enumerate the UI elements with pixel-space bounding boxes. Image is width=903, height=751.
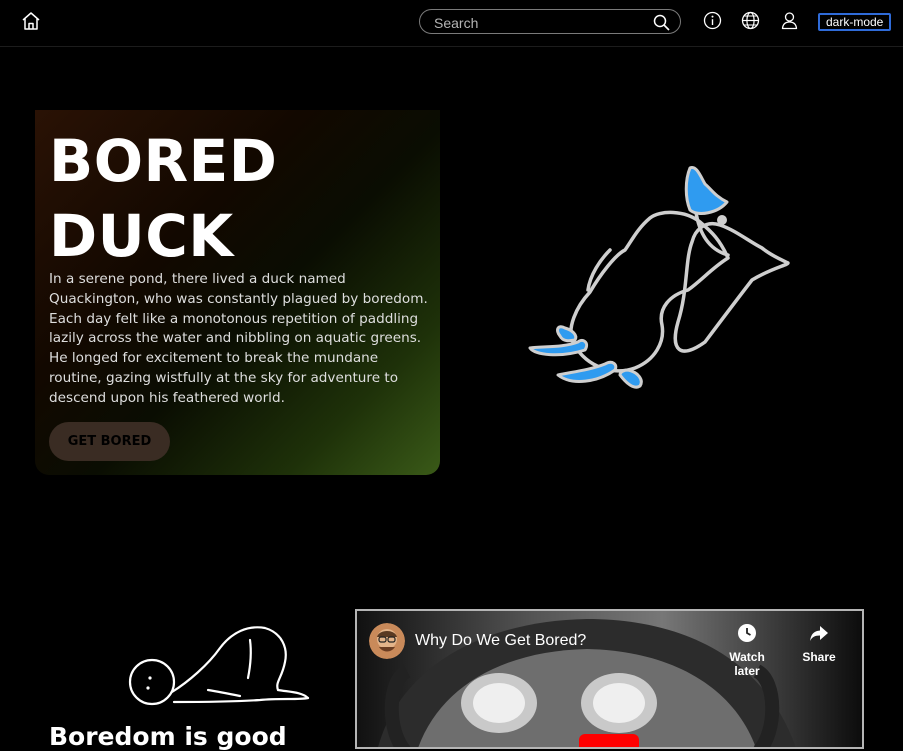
sleeping-person-illustration	[128, 626, 310, 706]
watch-later-label: Watch later	[729, 650, 765, 678]
video-embed[interactable]: Why Do We Get Bored? Watch later Share	[355, 609, 864, 749]
get-bored-button[interactable]: GET BORED	[49, 422, 170, 461]
globe-icon[interactable]	[741, 11, 760, 30]
share-icon	[810, 626, 828, 641]
hero-title-line-2: DUCK	[49, 202, 234, 270]
hero-card: BORED DUCK In a serene pond, there lived…	[35, 110, 440, 475]
video-title[interactable]: Why Do We Get Bored?	[415, 632, 586, 650]
clock-icon	[738, 624, 756, 642]
hero-title-line-1: BORED	[49, 127, 278, 195]
search-icon[interactable]	[653, 14, 670, 31]
hero-description: In a serene pond, there lived a duck nam…	[49, 271, 428, 406]
user-icon[interactable]	[780, 11, 799, 30]
watch-later-button[interactable]: Watch later	[715, 623, 779, 678]
top-navigation-bar: dark-mode	[0, 0, 903, 47]
channel-avatar[interactable]	[369, 623, 405, 659]
share-label: Share	[802, 650, 836, 664]
dark-mode-toggle[interactable]: dark-mode	[818, 13, 892, 31]
info-icon[interactable]	[703, 11, 722, 30]
home-icon[interactable]	[20, 10, 42, 32]
share-button[interactable]: Share	[787, 623, 851, 664]
search-input[interactable]	[432, 13, 651, 32]
section-title: Boredom is good	[49, 722, 287, 751]
sleeping-duck-illustration	[528, 166, 790, 389]
play-button[interactable]	[579, 734, 639, 747]
search-bar	[419, 9, 681, 34]
hero-title: BORED DUCK	[49, 124, 277, 274]
